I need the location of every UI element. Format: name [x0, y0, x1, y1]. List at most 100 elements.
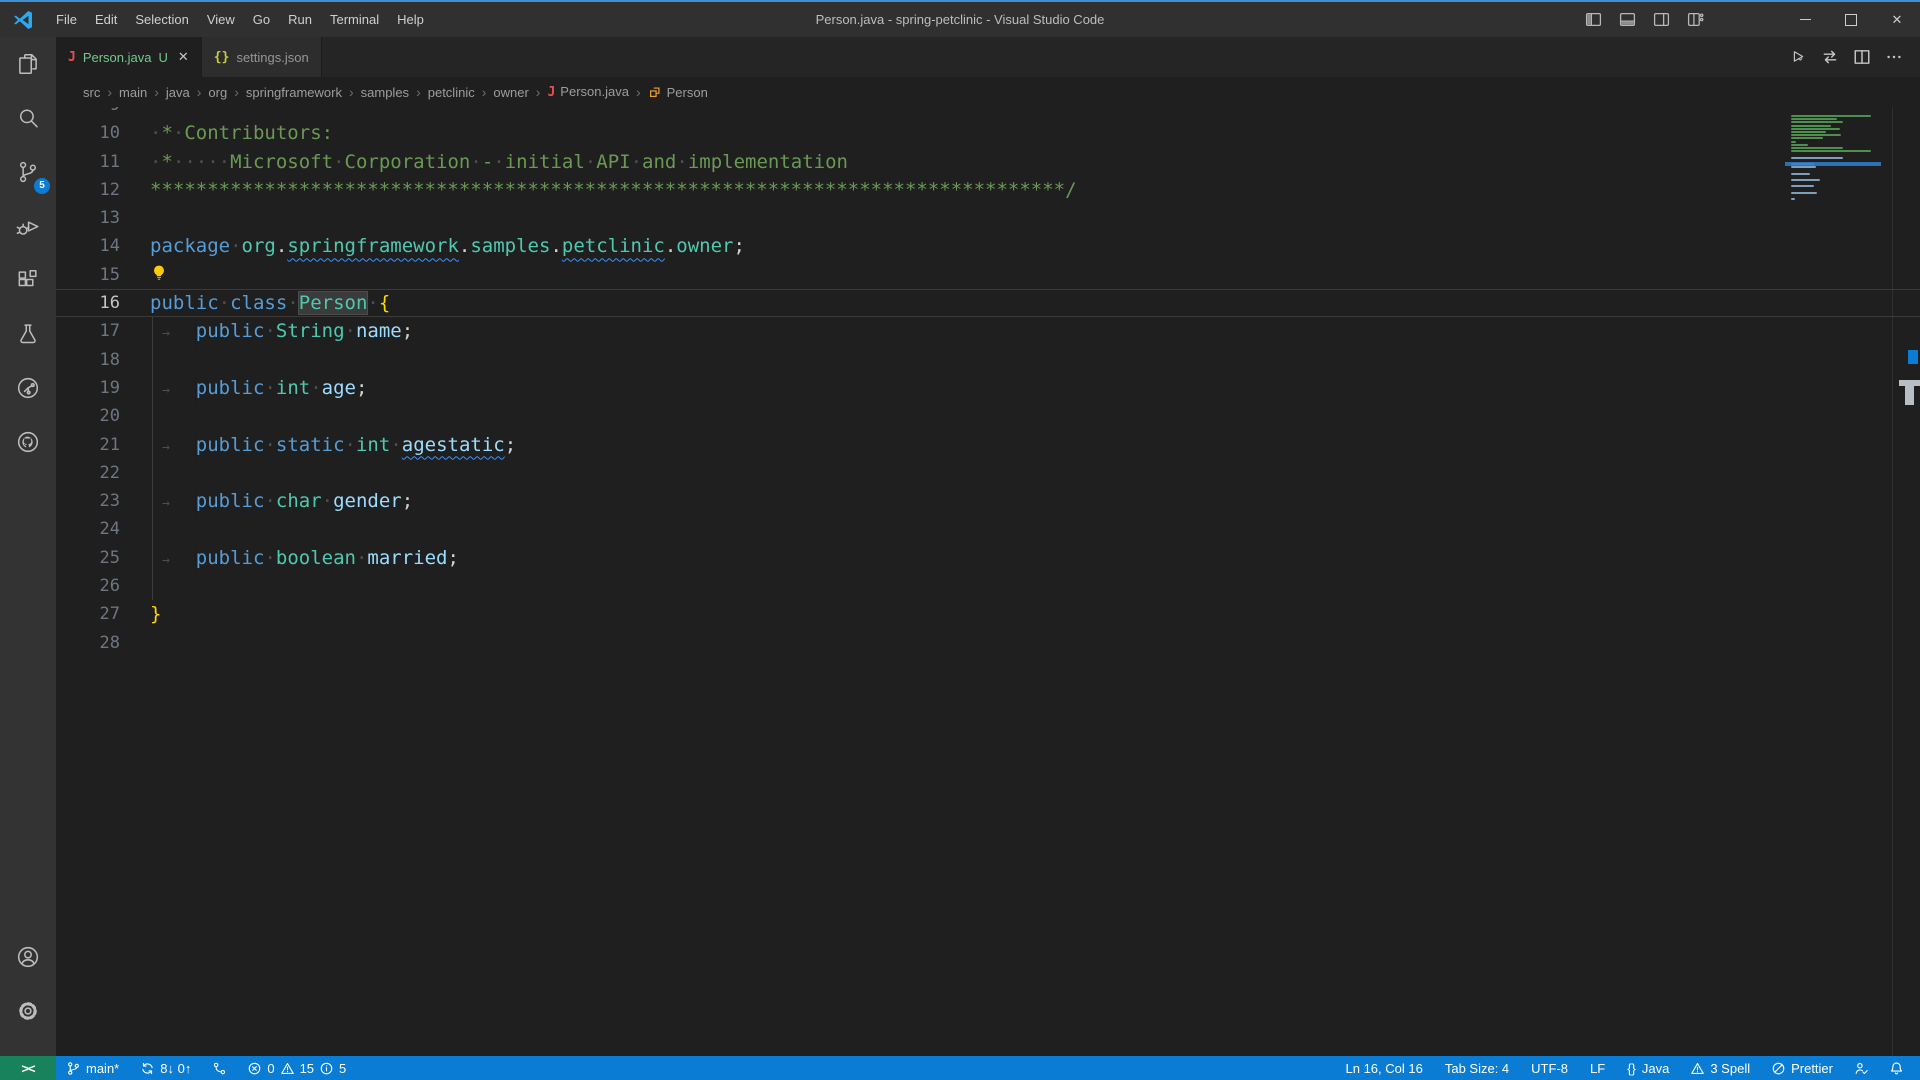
status-notifications[interactable]: [1879, 1056, 1914, 1080]
status-git-sync[interactable]: 8↓ 0↑: [130, 1056, 202, 1080]
menu-item-file[interactable]: File: [47, 2, 86, 37]
line-number-11[interactable]: 11: [56, 148, 120, 176]
toggle-secondary-sidebar-icon[interactable]: [1644, 11, 1678, 28]
open-changes-button[interactable]: [1814, 42, 1846, 72]
line-number-15[interactable]: 15: [56, 261, 120, 289]
activity-gradle[interactable]: [0, 361, 56, 415]
line-number-17[interactable]: 17: [56, 317, 120, 345]
testing-icon: [15, 321, 41, 347]
line-number-25[interactable]: 25: [56, 544, 120, 572]
code-line-13[interactable]: 13: [56, 204, 1920, 232]
line-number-13[interactable]: 13: [56, 204, 120, 232]
breadcrumb-segment-src[interactable]: src: [83, 85, 100, 100]
status-language-mode[interactable]: {}Java: [1616, 1056, 1680, 1080]
line-number-9[interactable]: 9: [56, 107, 120, 119]
minimize-button[interactable]: [1782, 2, 1828, 37]
menu-item-run[interactable]: Run: [279, 2, 321, 37]
activity-testing[interactable]: [0, 307, 56, 361]
tab-person-java[interactable]: JPerson.javaU✕: [56, 37, 202, 77]
activity-explorer[interactable]: [0, 37, 56, 91]
status-tab-size[interactable]: Tab Size: 4: [1434, 1056, 1520, 1080]
close-button[interactable]: ✕: [1874, 2, 1920, 37]
code-line-15[interactable]: 15: [56, 261, 1920, 289]
line-number-24[interactable]: 24: [56, 515, 120, 543]
code-line-16[interactable]: 16public·class·Person·{: [56, 289, 1920, 317]
code-line-11[interactable]: 11·*·····Microsoft·Corporation·-·initial…: [56, 148, 1920, 176]
activity-manage-settings[interactable]: [0, 984, 56, 1038]
customize-layout-icon[interactable]: [1678, 11, 1712, 28]
breadcrumb-segment-java[interactable]: java: [166, 85, 190, 100]
code-line-24[interactable]: 24: [56, 515, 1920, 543]
code-line-9[interactable]: 9·*: [56, 107, 1920, 119]
token: ·: [150, 107, 161, 116]
lightbulb-icon[interactable]: [150, 264, 168, 282]
code-line-23[interactable]: 23→public·char·gender;: [56, 487, 1920, 515]
line-number-12[interactable]: 12: [56, 176, 120, 204]
run-java-button[interactable]: [1782, 42, 1814, 72]
remote-indicator[interactable]: ><: [0, 1056, 56, 1080]
breadcrumb-file[interactable]: JPerson.java: [547, 84, 628, 100]
code-line-22[interactable]: 22: [56, 459, 1920, 487]
code-line-26[interactable]: 26: [56, 572, 1920, 600]
status-encoding[interactable]: UTF-8: [1520, 1056, 1579, 1080]
line-number-19[interactable]: 19: [56, 374, 120, 402]
toggle-panel-icon[interactable]: [1610, 11, 1644, 28]
line-number-14[interactable]: 14: [56, 232, 120, 260]
close-tab-icon[interactable]: ✕: [178, 49, 189, 65]
status-eol-sequence[interactable]: LF: [1579, 1056, 1616, 1080]
status-prettier[interactable]: Prettier: [1761, 1056, 1844, 1080]
code-line-10[interactable]: 10·*·Contributors:: [56, 119, 1920, 147]
menu-item-go[interactable]: Go: [244, 2, 279, 37]
more-actions-button[interactable]: [1878, 42, 1910, 72]
menu-item-edit[interactable]: Edit: [86, 2, 126, 37]
line-number-27[interactable]: 27: [56, 600, 120, 628]
menu-item-help[interactable]: Help: [388, 2, 433, 37]
editor-pane[interactable]: 9·*10·*·Contributors:11·*·····Microsoft·…: [56, 107, 1920, 1056]
line-number-10[interactable]: 10: [56, 119, 120, 147]
breadcrumb-segment-petclinic[interactable]: petclinic: [428, 85, 475, 100]
line-number-22[interactable]: 22: [56, 459, 120, 487]
code-line-18[interactable]: 18: [56, 346, 1920, 374]
activity-extensions[interactable]: [0, 253, 56, 307]
breadcrumb-segment-owner[interactable]: owner: [493, 85, 528, 100]
menu-item-view[interactable]: View: [198, 2, 244, 37]
status-problems[interactable]: 0155: [237, 1056, 357, 1080]
menu-item-selection[interactable]: Selection: [126, 2, 197, 37]
code-line-27[interactable]: 27}: [56, 600, 1920, 628]
status-feedback[interactable]: [1844, 1056, 1879, 1080]
line-number-23[interactable]: 23: [56, 487, 120, 515]
status-spell-checker[interactable]: 3 Spell: [1680, 1056, 1761, 1080]
code-line-14[interactable]: 14package·org.springframework.samples.pe…: [56, 232, 1920, 260]
code-line-21[interactable]: 21→public·static·int·agestatic;: [56, 431, 1920, 459]
line-number-28[interactable]: 28: [56, 629, 120, 657]
breadcrumb-segment-org[interactable]: org: [208, 85, 227, 100]
code-line-20[interactable]: 20: [56, 402, 1920, 430]
activity-github[interactable]: [0, 415, 56, 469]
toggle-primary-sidebar-icon[interactable]: [1576, 11, 1610, 28]
line-number-26[interactable]: 26: [56, 572, 120, 600]
code-line-25[interactable]: 25→public·boolean·married;: [56, 544, 1920, 572]
line-number-18[interactable]: 18: [56, 346, 120, 374]
code-line-19[interactable]: 19→public·int·age;: [56, 374, 1920, 402]
code-line-28[interactable]: 28: [56, 629, 1920, 657]
tab-settings-json[interactable]: {}settings.json: [202, 37, 322, 77]
maximize-button[interactable]: [1828, 2, 1874, 37]
activity-source-control[interactable]: 5: [0, 145, 56, 199]
activity-run-and-debug[interactable]: [0, 199, 56, 253]
activity-accounts[interactable]: [0, 930, 56, 984]
code-line-17[interactable]: 17→public·String·name;: [56, 317, 1920, 345]
line-number-20[interactable]: 20: [56, 402, 120, 430]
split-editor-button[interactable]: [1846, 42, 1878, 72]
status-git-graph[interactable]: [202, 1056, 237, 1080]
breadcrumb-symbol[interactable]: Person: [648, 85, 708, 100]
line-number-21[interactable]: 21: [56, 431, 120, 459]
status-git-branch[interactable]: main*: [56, 1056, 130, 1080]
activity-search[interactable]: [0, 91, 56, 145]
breadcrumb-segment-main[interactable]: main: [119, 85, 147, 100]
menu-item-terminal[interactable]: Terminal: [321, 2, 388, 37]
breadcrumb-segment-springframework[interactable]: springframework: [246, 85, 342, 100]
breadcrumb-segment-samples[interactable]: samples: [361, 85, 409, 100]
code-line-12[interactable]: 12**************************************…: [56, 176, 1920, 204]
status-cursor-position[interactable]: Ln 16, Col 16: [1335, 1056, 1434, 1080]
line-number-16[interactable]: 16: [56, 289, 120, 317]
